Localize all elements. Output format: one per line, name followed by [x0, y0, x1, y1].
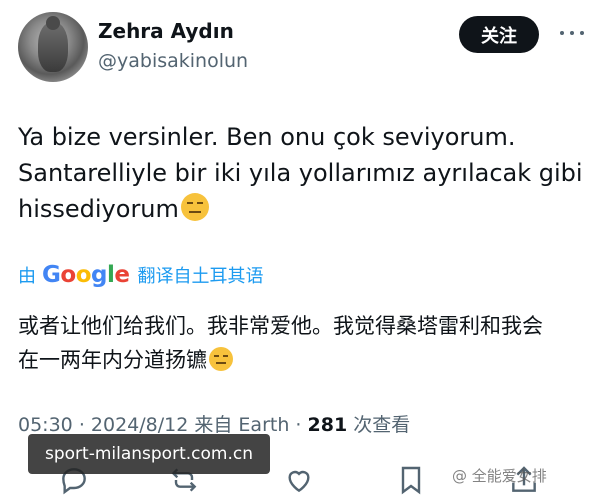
watermark-label: sport-milansport.com.cn	[28, 434, 270, 474]
follow-button[interactable]: 关注	[459, 16, 539, 53]
expressionless-face-emoji	[180, 193, 209, 221]
dot	[580, 31, 584, 35]
user-handle[interactable]: @yabisakinolun	[98, 50, 248, 72]
translated-line-last: 在一两年内分道扬镳	[18, 343, 588, 377]
translated-text: 或者让他们给我们。我非常爱他。我觉得桑塔雷利和我会 在一两年内分道扬镳	[18, 309, 588, 377]
views-count: 281	[307, 414, 348, 436]
tweet-source: 来自 Earth	[194, 414, 290, 436]
dot	[570, 31, 574, 35]
expressionless-face-emoji	[209, 347, 233, 371]
more-horizontal-icon[interactable]	[560, 28, 584, 38]
translation-source-label[interactable]: 翻译自土耳其语	[137, 262, 263, 288]
watermark-right: @ 全能爱女排	[452, 467, 547, 485]
google-logo: Google	[42, 262, 130, 288]
bookmark-icon[interactable]	[395, 464, 427, 496]
tweet-line: Santarelliyle bir iki yıla yollarımız ay…	[18, 159, 583, 187]
tweet-line: Ya bize versinler. Ben onu çok seviyorum…	[18, 123, 516, 151]
tweet-meta: 05:30 · 2024/8/12 来自 Earth · 281 次查看	[18, 410, 410, 437]
avatar[interactable]	[18, 12, 88, 82]
meta-separator: ·	[295, 414, 302, 436]
display-name[interactable]: Zehra Aydın	[98, 19, 234, 43]
dot	[560, 31, 564, 35]
tweet-line-last: hissediyorum	[18, 191, 588, 227]
translated-line: 在一两年内分道扬镳	[18, 348, 207, 372]
translate-row[interactable]: 由 Google 翻译自土耳其语	[18, 260, 263, 290]
translated-line: 或者让他们给我们。我非常爱他。我觉得桑塔雷利和我会	[18, 314, 543, 338]
like-icon[interactable]	[283, 464, 315, 496]
translated-by-label: 由	[18, 266, 36, 287]
tweet-line: hissediyorum	[18, 195, 179, 223]
avatar-head	[46, 16, 60, 30]
tweet-time[interactable]: 05:30	[18, 414, 73, 436]
tweet-text: Ya bize versinler. Ben onu çok seviyorum…	[18, 119, 588, 227]
tweet-date[interactable]: 2024/8/12	[91, 414, 188, 436]
meta-separator: ·	[78, 414, 85, 436]
views-label: 次查看	[353, 414, 411, 436]
